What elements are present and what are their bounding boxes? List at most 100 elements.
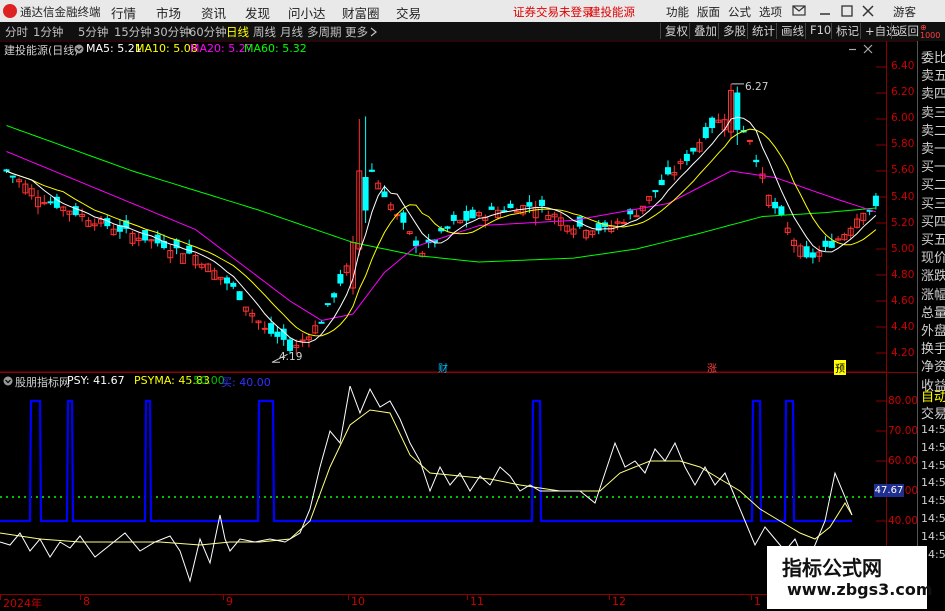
candle-body[interactable]: [753, 159, 760, 163]
menu-item-news[interactable]: 资讯: [201, 3, 226, 22]
candle-body[interactable]: [230, 282, 237, 287]
period-tab-30min[interactable]: 30分钟: [153, 24, 191, 40]
toolbar-button-draw[interactable]: 画线: [776, 23, 804, 39]
menu-item-wealth[interactable]: 财富圈: [342, 3, 380, 22]
period-tab-daily[interactable]: 日线: [226, 24, 249, 40]
menu-item-trade[interactable]: 交易: [396, 3, 421, 22]
toolbar-button-f10[interactable]: F10: [805, 23, 831, 39]
minimize-icon[interactable]: [818, 4, 832, 18]
dropdown-icon[interactable]: [3, 376, 13, 386]
period-tab-5min[interactable]: 5分钟: [78, 24, 108, 40]
candle-body[interactable]: [381, 191, 388, 198]
quote-side-panel: 委比 卖五 卖四 卖三 卖二 卖一 买一 买二 买三 买四 买五 现价 涨跌 涨幅 总量 外盘 换手 净资 收益 自动…: [917, 41, 945, 609]
period-tab-intraday[interactable]: 分时: [5, 24, 28, 40]
candle-body[interactable]: [652, 190, 659, 193]
guest-label[interactable]: 游客: [893, 4, 916, 20]
toolbar-button-mark[interactable]: 标记: [831, 23, 859, 39]
candle-body[interactable]: [318, 321, 325, 324]
tab-trade[interactable]: 交易: [921, 403, 945, 422]
menu-item-ask[interactable]: 问小达: [288, 3, 326, 22]
candle-body[interactable]: [444, 226, 451, 229]
candle-body[interactable]: [658, 179, 665, 186]
candle-body[interactable]: [261, 327, 268, 330]
period-tab-1min[interactable]: 1分钟: [33, 24, 63, 40]
event-marker-up[interactable]: 涨: [707, 360, 717, 375]
menu-item-layout[interactable]: 版面: [697, 4, 720, 20]
candle-body[interactable]: [702, 127, 709, 138]
candle-body[interactable]: [665, 167, 671, 175]
quote-field-label: 买四: [921, 214, 945, 230]
candle-body[interactable]: [142, 229, 149, 241]
candle-body[interactable]: [331, 293, 338, 298]
menu-item-quotes[interactable]: 行情: [111, 3, 136, 22]
menu-item-market[interactable]: 市场: [156, 3, 181, 22]
candle-body[interactable]: [822, 240, 829, 247]
candle-body[interactable]: [633, 215, 640, 218]
toolbar-button-overlay[interactable]: 叠加: [689, 23, 717, 39]
low-price-label: 4.19: [279, 351, 303, 363]
candle-body[interactable]: [413, 240, 419, 247]
candle-body[interactable]: [778, 206, 785, 216]
psy-line: [0, 386, 853, 583]
toolbar-button-stats[interactable]: 统计: [747, 23, 775, 39]
candle-body[interactable]: [828, 240, 835, 248]
candle-body[interactable]: [236, 291, 243, 301]
toolbar-button-adjust[interactable]: 复权: [660, 23, 688, 39]
menu-item-formula[interactable]: 公式: [728, 4, 751, 20]
candle-body[interactable]: [809, 252, 816, 258]
toolbar-button-back[interactable]: 返回: [891, 23, 919, 39]
candle-body[interactable]: [539, 199, 545, 207]
event-marker-forecast[interactable]: 预: [834, 360, 846, 375]
candle-body[interactable]: [400, 212, 407, 223]
menu-item-discover[interactable]: 发现: [245, 3, 270, 22]
menu-item-options[interactable]: 选项: [759, 4, 782, 20]
candle-body[interactable]: [513, 210, 520, 213]
candle-body[interactable]: [450, 214, 457, 221]
candle-body[interactable]: [268, 323, 275, 334]
candle-body[interactable]: [488, 206, 495, 210]
candle-body[interactable]: [709, 117, 716, 129]
candle-body[interactable]: [683, 153, 690, 162]
candle-body[interactable]: [734, 92, 741, 130]
period-tab-multi[interactable]: 多周期: [307, 24, 342, 40]
period-tab-more[interactable]: 更多: [345, 24, 368, 40]
maximize-icon[interactable]: [840, 4, 854, 18]
candle-body[interactable]: [368, 169, 375, 172]
candle-body[interactable]: [47, 201, 54, 204]
candle-body[interactable]: [872, 195, 879, 207]
period-tab-60min[interactable]: 60分钟: [189, 24, 227, 40]
candle-body[interactable]: [463, 210, 470, 221]
price-tick: 5.00: [891, 242, 915, 255]
login-notice[interactable]: 证券交易未登录: [513, 4, 594, 20]
price-tick: 4.40: [891, 321, 915, 333]
candle-body[interactable]: [337, 274, 344, 284]
pane-divider: [0, 372, 917, 373]
candle-body[interactable]: [287, 339, 293, 351]
psy-indicator-chart[interactable]: [0, 386, 886, 594]
period-tab-monthly[interactable]: 月线: [280, 24, 303, 40]
candle-body[interactable]: [3, 169, 10, 172]
candle-body[interactable]: [362, 177, 369, 211]
candle-body[interactable]: [324, 303, 331, 306]
candle-body[interactable]: [469, 209, 476, 219]
candle-body[interactable]: [274, 331, 281, 337]
period-tab-weekly[interactable]: 周线: [253, 24, 276, 40]
menu-item-function[interactable]: 功能: [666, 4, 689, 20]
quote-field-label: 卖二: [921, 123, 945, 139]
period-tab-15min[interactable]: 15分钟: [114, 24, 152, 40]
candle-body[interactable]: [746, 139, 753, 142]
candle-body[interactable]: [803, 246, 810, 258]
candle-body[interactable]: [9, 175, 16, 178]
candle-body[interactable]: [690, 147, 697, 152]
event-marker-finance[interactable]: 财: [438, 360, 448, 375]
candle-body[interactable]: [620, 221, 627, 224]
toolbar-button-multistock[interactable]: 多股: [718, 23, 746, 39]
candle-body[interactable]: [526, 202, 533, 207]
candle-body[interactable]: [224, 277, 230, 284]
stock-name-notice: 建投能源: [589, 5, 635, 19]
candle-body[interactable]: [772, 201, 779, 209]
message-icon[interactable]: [792, 4, 806, 18]
close-icon[interactable]: [861, 4, 875, 18]
candle-body[interactable]: [507, 203, 514, 209]
chevron-right-icon[interactable]: [370, 27, 378, 37]
